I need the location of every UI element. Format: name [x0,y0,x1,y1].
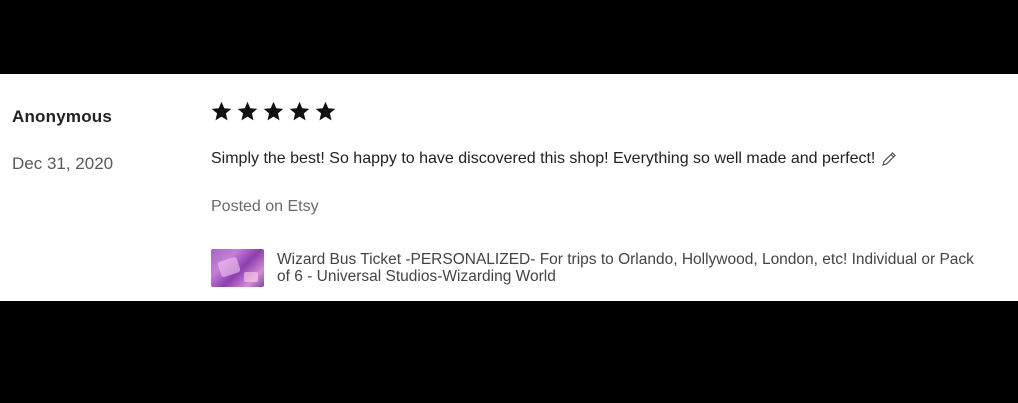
reviewer-name: Anonymous [12,107,113,126]
star-icon [315,101,336,121]
star-rating [210,100,337,123]
star-icon [263,101,284,121]
review-source: Posted on Etsy [211,198,319,215]
review-date: Dec 31, 2020 [12,154,114,173]
star-icon [289,101,310,121]
review-text: Simply the best! So happy to have discov… [211,150,876,167]
review-text-row: Simply the best! So happy to have discov… [211,150,897,168]
star-icon [211,101,232,121]
review-card: Anonymous Dec 31, 2020 Simply the best! … [0,74,1018,301]
product-thumbnail[interactable] [211,249,264,287]
star-icon [237,101,258,121]
pencil-icon [882,152,897,166]
reviewed-item-link[interactable]: Wizard Bus Ticket -PERSONALIZED- For tri… [211,249,977,287]
bottom-black-bar [0,301,1018,403]
item-title[interactable]: Wizard Bus Ticket -PERSONALIZED- For tri… [277,251,977,285]
top-black-bar [0,0,1018,74]
